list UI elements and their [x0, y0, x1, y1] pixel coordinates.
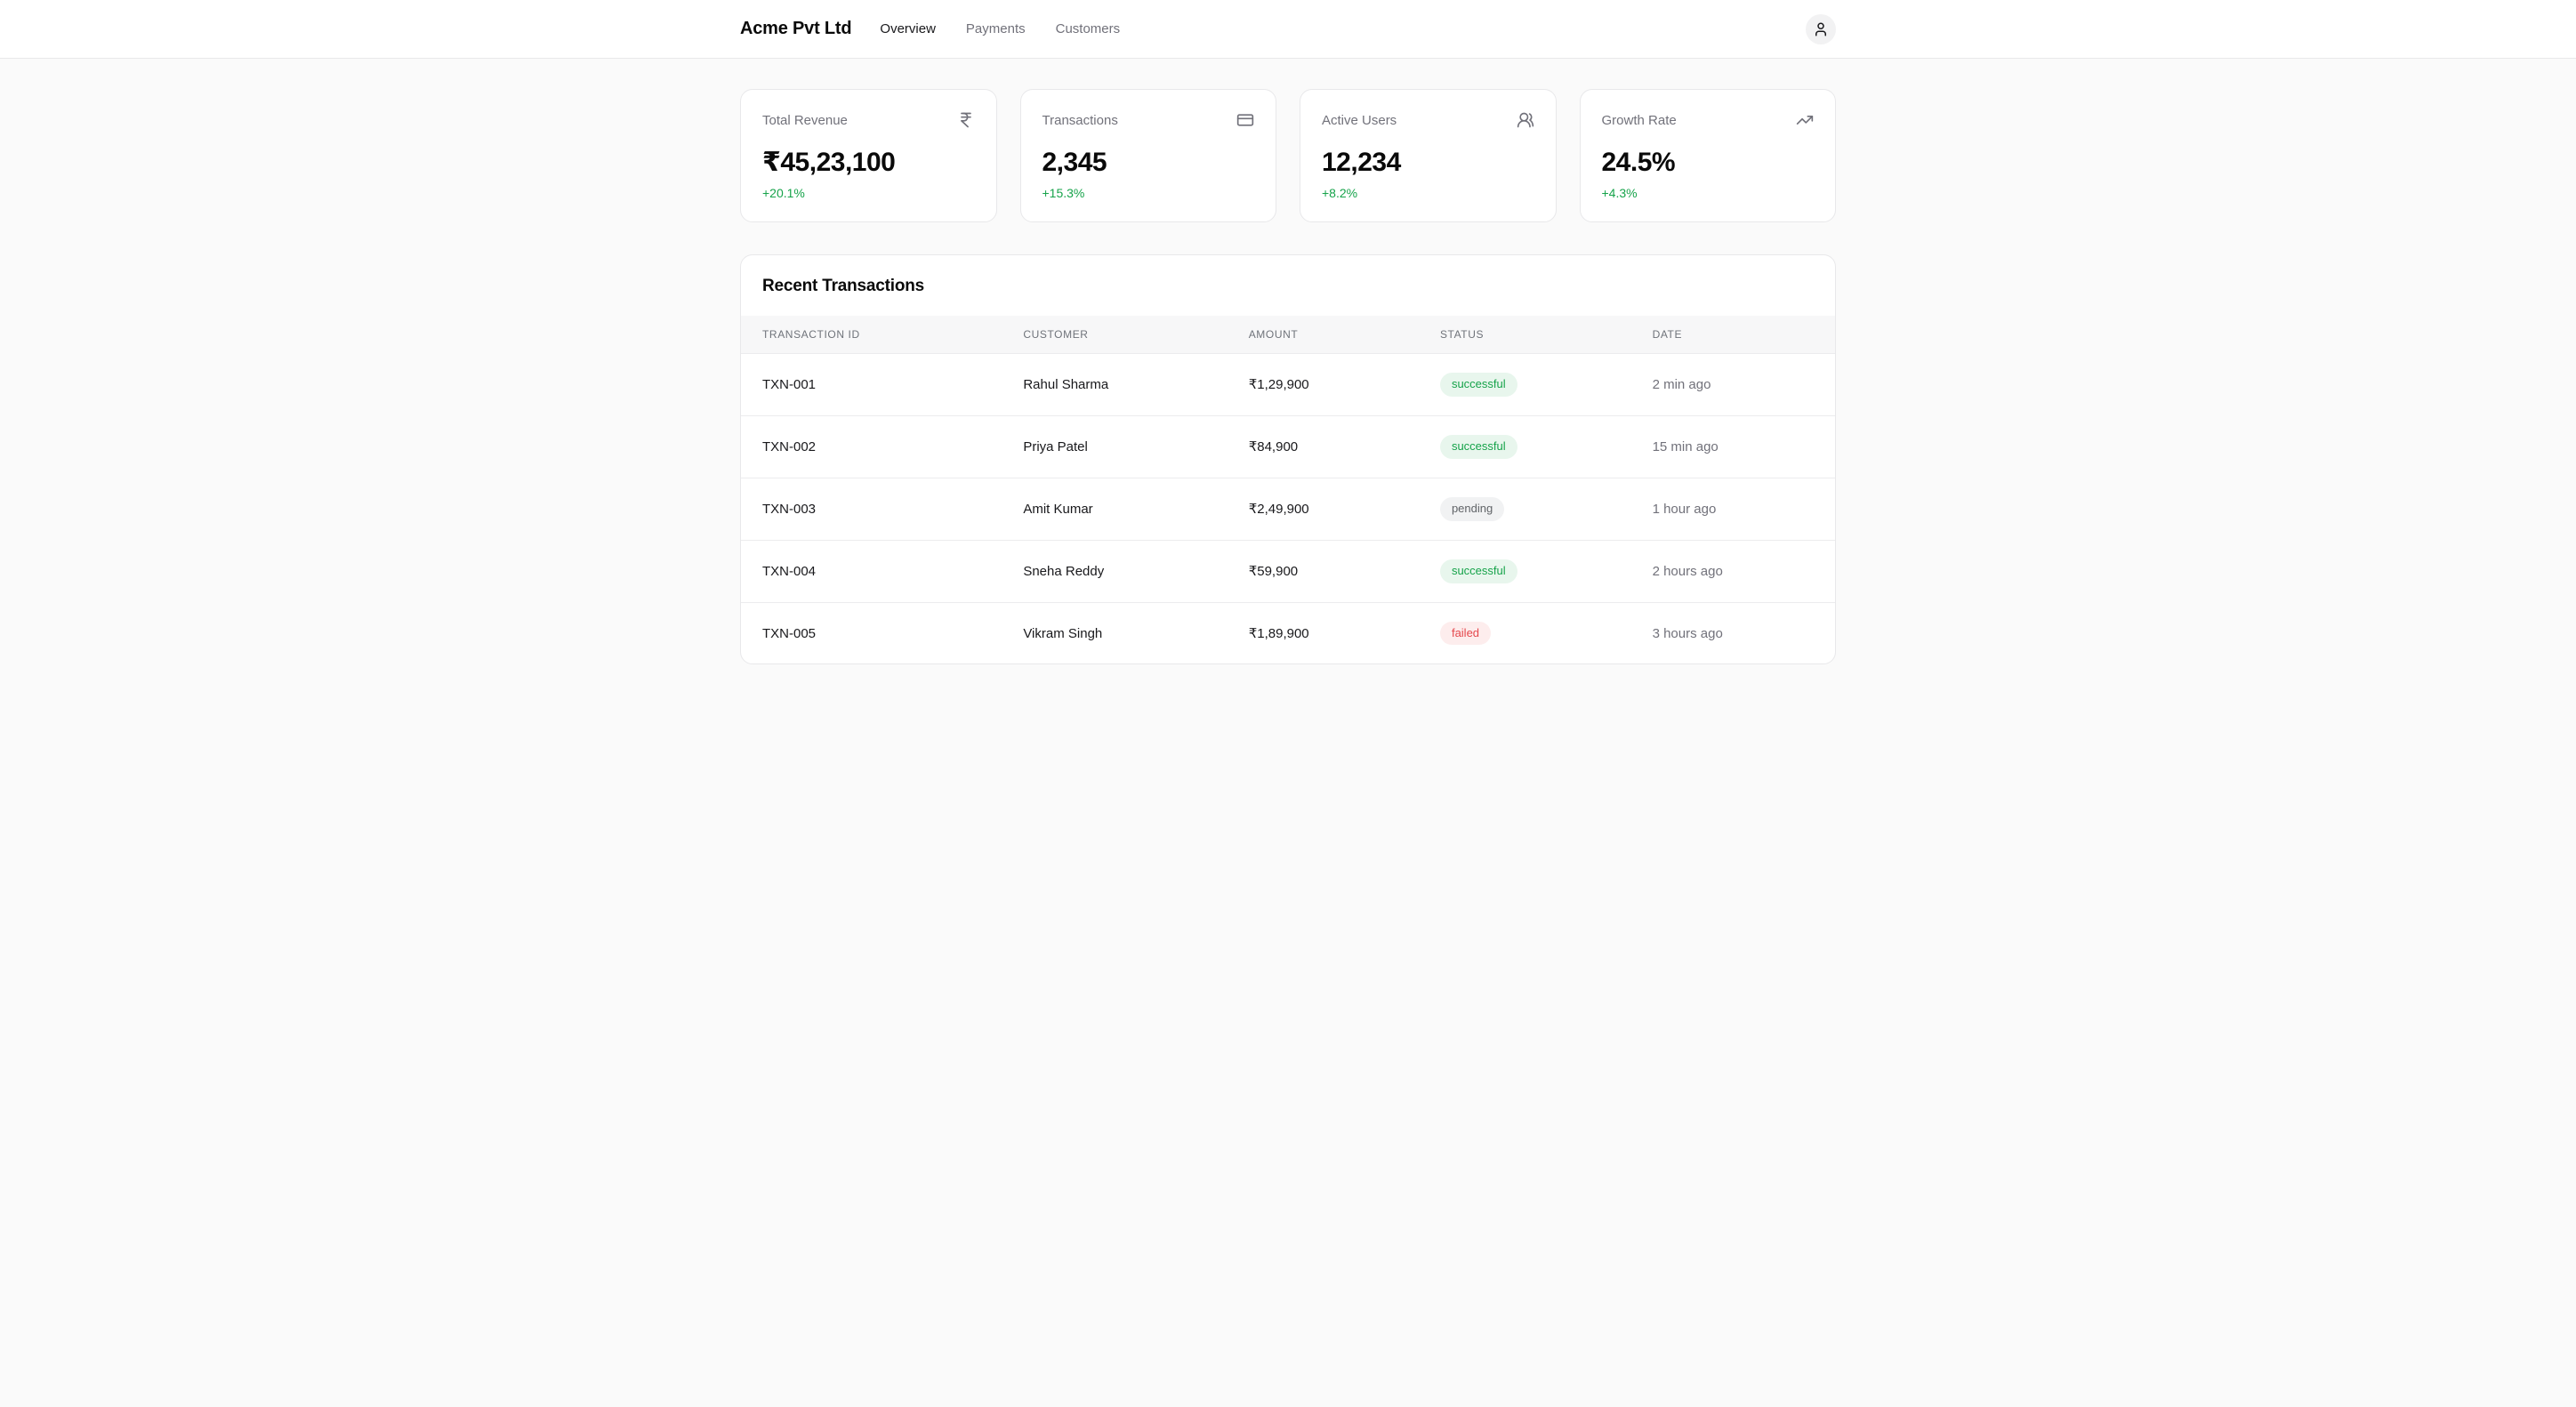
status-badge: successful: [1440, 559, 1517, 583]
trending-up-icon: [1796, 111, 1814, 129]
stat-card-active-users: Active Users 12,234 +8.2%: [1300, 89, 1557, 222]
status-badge: failed: [1440, 622, 1491, 646]
main-nav: Overview Payments Customers: [880, 21, 1120, 36]
stat-change: +15.3%: [1042, 186, 1255, 200]
cell-amount: ₹1,89,900: [1249, 602, 1440, 663]
cell-transaction-id: TXN-005: [741, 602, 1023, 663]
stat-change: +20.1%: [762, 186, 975, 200]
panel-title: Recent Transactions: [741, 255, 1835, 316]
stat-label: Transactions: [1042, 113, 1118, 128]
stat-value: 12,234: [1322, 147, 1534, 179]
cell-transaction-id: TXN-004: [741, 540, 1023, 602]
recent-transactions-panel: Recent Transactions TRANSACTION ID CUSTO…: [740, 254, 1836, 664]
table-row: TXN-001 Rahul Sharma ₹1,29,900 successfu…: [741, 354, 1835, 416]
table-row: TXN-002 Priya Patel ₹84,900 successful 1…: [741, 415, 1835, 478]
stat-label: Active Users: [1322, 113, 1397, 128]
stat-change: +4.3%: [1602, 186, 1815, 200]
table-row: TXN-003 Amit Kumar ₹2,49,900 pending 1 h…: [741, 478, 1835, 540]
table-row: TXN-004 Sneha Reddy ₹59,900 successful 2…: [741, 540, 1835, 602]
stat-value: 24.5%: [1602, 147, 1815, 179]
cell-date: 3 hours ago: [1653, 602, 1835, 663]
cell-date: 2 min ago: [1653, 354, 1835, 416]
stat-label: Total Revenue: [762, 113, 848, 128]
cell-amount: ₹1,29,900: [1249, 354, 1440, 416]
status-badge: pending: [1440, 497, 1504, 521]
cell-transaction-id: TXN-001: [741, 354, 1023, 416]
cell-customer: Priya Patel: [1023, 415, 1248, 478]
cell-transaction-id: TXN-002: [741, 415, 1023, 478]
cell-customer: Rahul Sharma: [1023, 354, 1248, 416]
cell-date: 2 hours ago: [1653, 540, 1835, 602]
table-row: TXN-005 Vikram Singh ₹1,89,900 failed 3 …: [741, 602, 1835, 663]
stat-label: Growth Rate: [1602, 113, 1677, 128]
brand-title: Acme Pvt Ltd: [740, 19, 851, 39]
nav-item-overview[interactable]: Overview: [880, 21, 936, 36]
cell-amount: ₹59,900: [1249, 540, 1440, 602]
transactions-table: TRANSACTION ID CUSTOMER AMOUNT STATUS DA…: [741, 316, 1835, 663]
indian-rupee-icon: [957, 111, 975, 129]
cell-transaction-id: TXN-003: [741, 478, 1023, 540]
stat-value: 2,345: [1042, 147, 1255, 179]
column-header-amount: AMOUNT: [1249, 316, 1440, 354]
top-navigation-bar: Acme Pvt Ltd Overview Payments Customers: [0, 0, 2576, 59]
cell-date: 15 min ago: [1653, 415, 1835, 478]
cell-date: 1 hour ago: [1653, 478, 1835, 540]
cell-amount: ₹2,49,900: [1249, 478, 1440, 540]
user-icon: [1813, 21, 1829, 37]
cell-amount: ₹84,900: [1249, 415, 1440, 478]
cell-customer: Sneha Reddy: [1023, 540, 1248, 602]
column-header-date: DATE: [1653, 316, 1835, 354]
stat-value: ₹45,23,100: [762, 147, 975, 179]
column-header-transaction-id: TRANSACTION ID: [741, 316, 1023, 354]
user-avatar-button[interactable]: [1806, 14, 1836, 44]
credit-card-icon: [1236, 111, 1254, 129]
column-header-status: STATUS: [1440, 316, 1653, 354]
table-header-row: TRANSACTION ID CUSTOMER AMOUNT STATUS DA…: [741, 316, 1835, 354]
stat-card-total-revenue: Total Revenue ₹45,23,100 +20.1%: [740, 89, 997, 222]
users-icon: [1517, 111, 1534, 129]
nav-item-customers[interactable]: Customers: [1056, 21, 1121, 36]
nav-item-payments[interactable]: Payments: [966, 21, 1026, 36]
stats-grid: Total Revenue ₹45,23,100 +20.1% Transact…: [740, 89, 1836, 222]
status-badge: successful: [1440, 435, 1517, 459]
stat-card-transactions: Transactions 2,345 +15.3%: [1020, 89, 1277, 222]
stat-change: +8.2%: [1322, 186, 1534, 200]
stat-card-growth-rate: Growth Rate 24.5% +4.3%: [1580, 89, 1837, 222]
cell-customer: Amit Kumar: [1023, 478, 1248, 540]
column-header-customer: CUSTOMER: [1023, 316, 1248, 354]
cell-customer: Vikram Singh: [1023, 602, 1248, 663]
status-badge: successful: [1440, 373, 1517, 397]
